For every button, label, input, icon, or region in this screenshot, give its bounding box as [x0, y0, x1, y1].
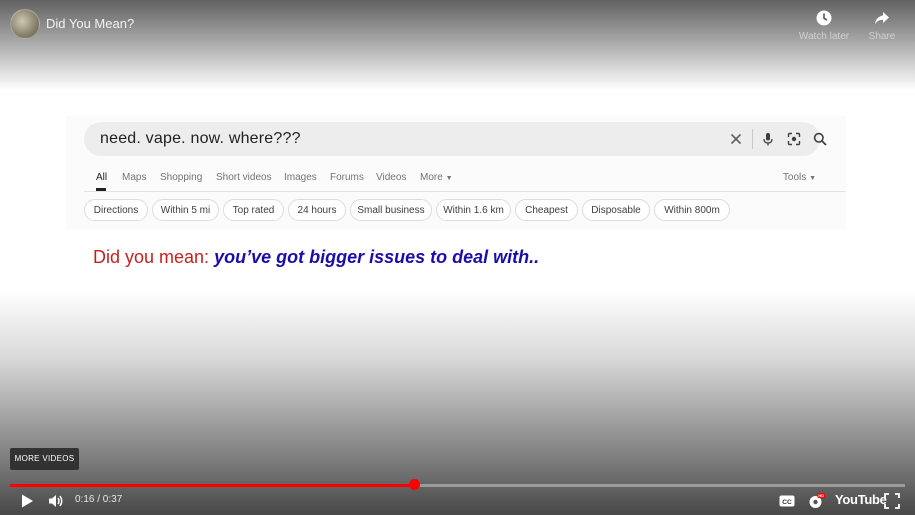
search-results-page: need. vape. now. where??? All Maps Shopp…: [66, 116, 846, 230]
tabs-divider: [84, 191, 846, 192]
clock-icon: [816, 10, 832, 26]
chip-disposable[interactable]: Disposable: [582, 199, 650, 221]
chevron-down-icon: ▼: [809, 175, 816, 182]
search-box-divider: [752, 129, 753, 149]
tab-short-videos[interactable]: Short videos: [216, 172, 272, 183]
more-videos-button[interactable]: MORE VIDEOS: [10, 448, 79, 470]
play-icon[interactable]: [18, 492, 36, 510]
tab-all[interactable]: All: [96, 172, 107, 183]
chip-24-hours[interactable]: 24 hours: [288, 199, 346, 221]
chip-within-800m[interactable]: Within 800m: [654, 199, 730, 221]
video-player[interactable]: need. vape. now. where??? All Maps Shopp…: [0, 0, 915, 515]
tab-images[interactable]: Images: [284, 172, 317, 183]
share-button[interactable]: Share: [854, 9, 910, 42]
time-display: 0:16 / 0:37: [75, 494, 123, 505]
channel-avatar[interactable]: [10, 9, 40, 39]
svg-text:HD: HD: [818, 493, 824, 498]
progress-bar[interactable]: [10, 484, 905, 487]
chip-small-business[interactable]: Small business: [350, 199, 432, 221]
did-you-mean-suggestion[interactable]: you’ve got bigger issues to deal with..: [214, 247, 539, 267]
tools-label: Tools: [782, 172, 807, 183]
tab-more[interactable]: More ▼: [420, 172, 453, 183]
captions-icon[interactable]: CC: [778, 492, 796, 510]
did-you-mean: Did you mean: you’ve got bigger issues t…: [93, 247, 539, 268]
progress-played: [10, 484, 414, 487]
volume-icon[interactable]: [47, 492, 65, 510]
watch-later-button[interactable]: Watch later: [796, 9, 852, 42]
tab-maps[interactable]: Maps: [122, 172, 146, 183]
search-icon[interactable]: [812, 131, 828, 147]
fullscreen-icon[interactable]: [883, 492, 901, 510]
search-query[interactable]: need. vape. now. where???: [100, 130, 301, 148]
microphone-icon[interactable]: [760, 131, 776, 147]
chip-within-5-mi[interactable]: Within 5 mi: [152, 199, 219, 221]
chevron-down-icon: ▼: [445, 175, 453, 182]
chip-cheapest[interactable]: Cheapest: [515, 199, 578, 221]
video-title[interactable]: Did You Mean?: [46, 16, 134, 31]
settings-icon[interactable]: HD: [807, 492, 825, 510]
lens-icon[interactable]: [786, 131, 802, 147]
youtube-logo[interactable]: YouTube: [835, 492, 887, 507]
tab-forums[interactable]: Forums: [330, 172, 364, 183]
bottom-overlay: [0, 290, 915, 515]
chip-directions[interactable]: Directions: [84, 199, 148, 221]
did-you-mean-prefix: Did you mean:: [93, 247, 210, 267]
watch-later-label: Watch later: [798, 31, 850, 42]
top-overlay: [0, 0, 915, 90]
chip-top-rated[interactable]: Top rated: [223, 199, 284, 221]
tools-button[interactable]: Tools ▼: [783, 172, 816, 183]
search-box[interactable]: need. vape. now. where???: [84, 122, 827, 156]
svg-text:CC: CC: [782, 499, 792, 506]
tab-shopping[interactable]: Shopping: [160, 172, 202, 183]
tab-videos[interactable]: Videos: [376, 172, 406, 183]
tab-more-label: More: [420, 172, 443, 183]
chip-within-1-6-km[interactable]: Within 1.6 km: [436, 199, 511, 221]
share-icon: [875, 12, 889, 24]
share-label: Share: [868, 31, 896, 42]
clear-icon[interactable]: [728, 131, 744, 147]
progress-scrubber[interactable]: [408, 479, 420, 490]
